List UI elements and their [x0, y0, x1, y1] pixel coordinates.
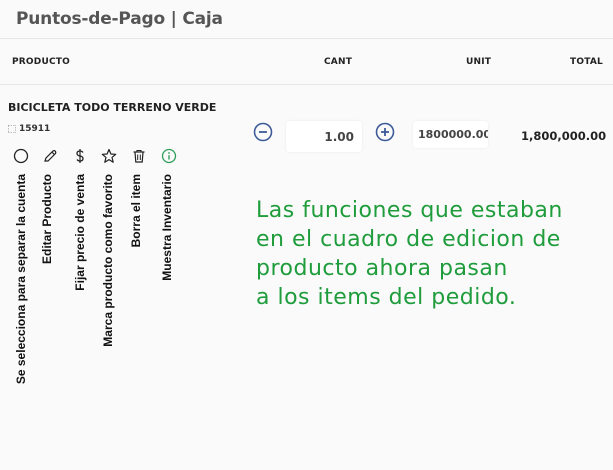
annotation-note: Las funciones que estaban en el cuadro d…	[256, 196, 563, 312]
decrease-qty-button[interactable]	[253, 122, 273, 142]
edit-product-button[interactable]	[42, 148, 58, 164]
column-header-unit: UNIT	[466, 57, 492, 67]
trash-icon	[133, 149, 145, 163]
header-divider	[0, 38, 613, 39]
page-title: Puntos-de-Pago | Caja	[16, 9, 223, 29]
action-label-split-bill: Se selecciona para separar la cuenta	[14, 174, 28, 385]
star-icon	[101, 148, 117, 163]
annotation-line: producto ahora pasan	[256, 256, 508, 281]
annotation-line: Las funciones que estaban	[256, 198, 563, 223]
product-sku: 15911	[8, 124, 50, 134]
show-inventory-button[interactable]	[161, 148, 177, 164]
annotation-line: en el cuadro de edicion de	[256, 227, 561, 252]
column-header-product: PRODUCTO	[12, 57, 70, 67]
minus-circle-icon	[253, 122, 273, 142]
column-header-total: TOTAL	[570, 57, 603, 67]
action-label-inventory: Muestra Inventario	[160, 174, 174, 281]
action-label-edit-product: Editar Producto	[40, 174, 54, 265]
barcode-icon	[8, 125, 16, 133]
pencil-icon	[44, 150, 57, 162]
mark-favorite-button[interactable]	[101, 148, 117, 164]
increase-qty-button[interactable]	[375, 122, 395, 142]
action-label-favorite: Marca producto como favorito	[101, 174, 115, 347]
circle-icon	[13, 148, 29, 164]
plus-circle-icon	[375, 122, 395, 142]
action-label-delete: Borra el item	[129, 174, 143, 248]
set-sale-price-button[interactable]	[72, 148, 88, 164]
dollar-icon	[76, 149, 84, 163]
sku-value: 15911	[19, 124, 51, 134]
delete-item-button[interactable]	[131, 148, 147, 164]
info-icon	[161, 148, 177, 164]
table-header-divider	[0, 84, 613, 85]
annotation-line: a los items del pedido.	[256, 285, 517, 310]
product-name: BICICLETA TODO TERRENO VERDE	[8, 101, 217, 114]
line-total: 1,800,000.00	[521, 129, 607, 143]
column-header-qty: CANT	[324, 57, 353, 67]
quantity-input[interactable]: 1.00	[286, 121, 362, 152]
action-label-set-price: Fijar precio de venta	[73, 174, 87, 291]
unit-price-input[interactable]: 1800000.00	[413, 121, 488, 148]
split-bill-select-button[interactable]	[13, 148, 29, 164]
